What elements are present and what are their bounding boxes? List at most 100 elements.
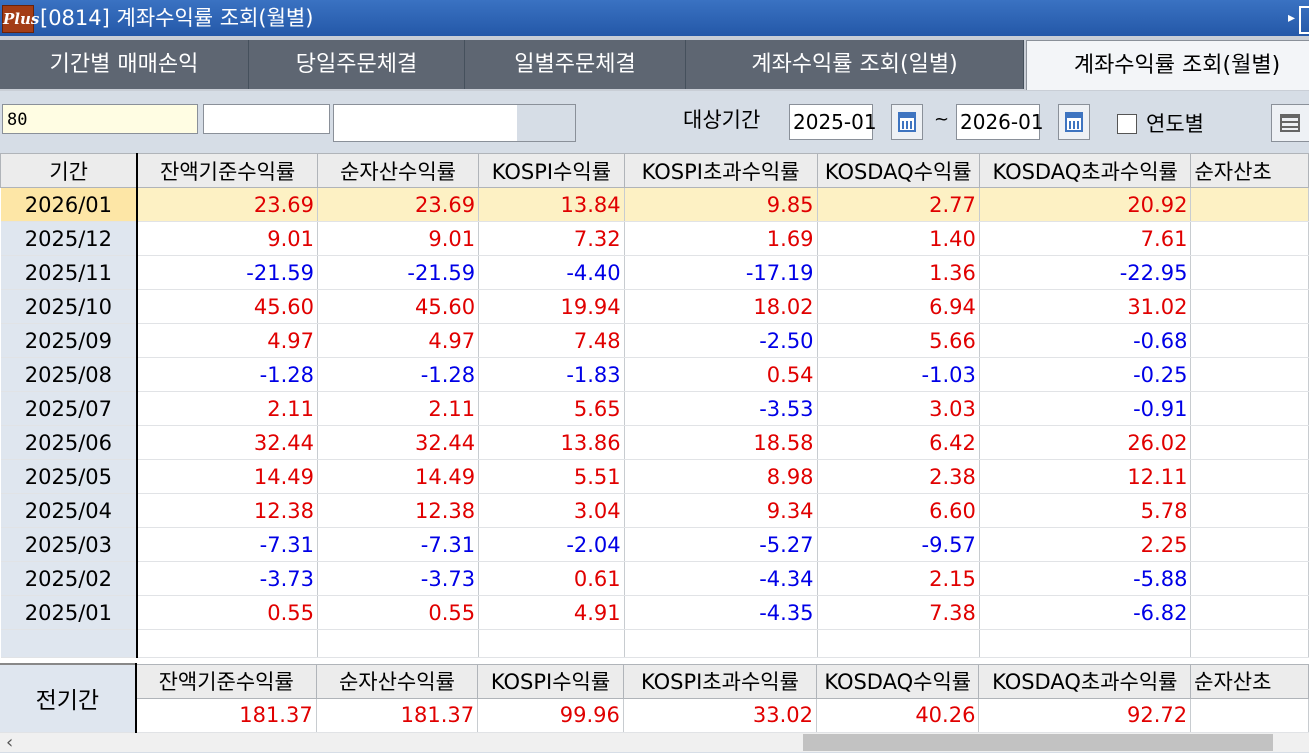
col-header-balance-return[interactable]: 잔액기준수익률 (136, 153, 318, 188)
value-cell: 13.86 (478, 425, 625, 460)
value-cell: -5.27 (624, 527, 818, 562)
period-cell: 2025/02 (0, 561, 139, 596)
value-cell: 7.48 (478, 323, 625, 358)
value-cell: 0.61 (478, 561, 625, 596)
summary-header: KOSPI수익률 (477, 663, 624, 699)
value-cell: 9.34 (624, 493, 818, 528)
monthly-return-table: 기간 잔액기준수익률 순자산수익률 KOSPI수익률 KOSPI초과수익률 KO… (0, 153, 1309, 733)
summary-value: 99.96 (477, 698, 624, 733)
value-cell: 12.38 (317, 493, 480, 528)
value-cell: 5.65 (478, 391, 625, 426)
value-cell-empty (1190, 357, 1309, 392)
table-row[interactable]: 2025/05 14.49 14.49 5.51 8.98 2.38 12.11 (0, 459, 1309, 494)
value-cell: 14.49 (317, 459, 480, 494)
value-cell: 26.02 (979, 425, 1192, 460)
table-row[interactable]: 2025/08 -1.28 -1.28 -1.83 0.54 -1.03 -0.25 (0, 357, 1309, 392)
table-row[interactable]: 2025/12 9.01 9.01 7.32 1.69 1.40 7.61 (0, 221, 1309, 256)
start-calendar-button[interactable] (891, 104, 923, 140)
table-row[interactable]: 2025/01 0.55 0.55 4.91 -4.35 7.38 -6.82 (0, 595, 1309, 630)
summary-value: 33.02 (623, 698, 818, 733)
value-cell: 2.15 (817, 561, 980, 596)
summary-value: 181.37 (316, 698, 479, 733)
value-cell: -9.57 (817, 527, 980, 562)
period-label: 대상기간 (683, 108, 761, 132)
value-cell: 1.40 (817, 221, 980, 256)
account-name-field[interactable] (333, 104, 576, 142)
col-header-kospi-excess[interactable]: KOSPI초과수익률 (623, 153, 818, 188)
range-separator: ~ (934, 109, 950, 130)
table-row[interactable]: 2025/07 2.11 2.11 5.65 -3.53 3.03 -0.91 (0, 391, 1309, 426)
tab-daily-orders[interactable]: 일별주문체결 (465, 40, 686, 89)
scrollbar-thumb[interactable] (803, 734, 1273, 751)
value-cell: 32.44 (317, 425, 480, 460)
tab-account-return-daily[interactable]: 계좌수익률 조회(일별) (686, 40, 1024, 89)
col-header-net-asset-excess[interactable]: 순자산초 (1190, 153, 1309, 188)
col-header-net-asset-return[interactable]: 순자산수익률 (316, 153, 480, 188)
value-cell: -22.95 (979, 255, 1192, 290)
value-cell-empty (1190, 595, 1309, 630)
summary-table: 전기간 잔액기준수익률 순자산수익률 KOSPI수익률 KOSPI초과수익률 K… (0, 663, 1309, 733)
empty-cell (478, 629, 625, 658)
table-row[interactable]: 2025/09 4.97 4.97 7.48 -2.50 5.66 -0.68 (0, 323, 1309, 358)
value-cell: -1.28 (317, 357, 480, 392)
table-row[interactable]: 2025/02 -3.73 -3.73 0.61 -4.34 2.15 -5.88 (0, 561, 1309, 596)
value-cell: -1.83 (478, 357, 625, 392)
tab-period-trade-pnl[interactable]: 기간별 매매손익 (0, 40, 249, 89)
table-row[interactable]: 2025/03 -7.31 -7.31 -2.04 -5.27 -9.57 2.25 (0, 527, 1309, 562)
empty-cell (317, 629, 480, 658)
period-cell: 2025/01 (0, 595, 139, 630)
value-cell: -5.88 (979, 561, 1192, 596)
table-row[interactable]: 2025/06 32.44 32.44 13.86 18.58 6.42 26.02 (0, 425, 1309, 460)
table-row[interactable]: 2025/04 12.38 12.38 3.04 9.34 6.60 5.78 (0, 493, 1309, 528)
horizontal-scrollbar[interactable]: ‹ (0, 732, 1309, 753)
value-cell: -3.73 (137, 561, 318, 596)
window-title: [0814] 계좌수익률 조회(월별) (40, 6, 314, 30)
col-header-kosdaq-excess[interactable]: KOSDAQ초과수익률 (978, 153, 1192, 188)
value-cell: 2.38 (817, 459, 980, 494)
account-number-field[interactable]: 80 (2, 104, 198, 134)
table-row[interactable]: 2025/11 -21.59 -21.59 -4.40 -17.19 1.36 -22.95 (0, 255, 1309, 290)
value-cell: -2.50 (624, 323, 818, 358)
empty-cell (0, 629, 139, 658)
col-header-period[interactable]: 기간 (0, 153, 139, 188)
summary-value: 181.37 (135, 698, 317, 733)
col-header-kospi-return[interactable]: KOSPI수익률 (478, 153, 625, 188)
value-cell: 2.11 (317, 391, 480, 426)
value-cell: 1.36 (817, 255, 980, 290)
col-header-kosdaq-return[interactable]: KOSDAQ수익률 (816, 153, 980, 188)
value-cell: 4.97 (137, 323, 318, 358)
end-date-input[interactable]: 2026-01 (956, 104, 1044, 140)
summary-header: KOSPI초과수익률 (622, 663, 818, 699)
tab-account-return-monthly[interactable]: 계좌수익률 조회(월별) (1026, 40, 1309, 90)
table-row[interactable]: 2025/10 45.60 45.60 19.94 18.02 6.94 31.02 (0, 289, 1309, 324)
window-button[interactable] (1299, 6, 1309, 34)
value-cell: 7.38 (817, 595, 980, 630)
yearly-checkbox-label: 연도별 (1146, 112, 1204, 136)
value-cell: 8.98 (624, 459, 818, 494)
table-row[interactable]: 2026/01 23.69 23.69 13.84 9.85 2.77 20.92 (0, 187, 1309, 222)
account-password-field[interactable] (203, 104, 330, 134)
summary-header: 잔액기준수익률 (135, 663, 317, 699)
summary-value-empty (1190, 698, 1309, 733)
start-date-input[interactable]: 2025-01 (789, 104, 877, 140)
value-cell: 32.44 (137, 425, 318, 460)
caret-right-icon[interactable]: ▸ (1288, 0, 1295, 36)
value-cell: -17.19 (624, 255, 818, 290)
period-cell: 2025/05 (0, 459, 139, 494)
summary-header: KOSDAQ초과수익률 (978, 663, 1192, 699)
value-cell: -1.03 (817, 357, 980, 392)
data-grid: 기간 잔액기준수익률 순자산수익률 KOSPI수익률 KOSPI초과수익률 KO… (0, 153, 1309, 658)
yearly-checkbox[interactable] (1117, 114, 1137, 134)
filter-toolbar: 80 대상기간 2025-01 ~ 2026-01 연도별 (0, 91, 1309, 153)
scroll-left-icon[interactable]: ‹ (6, 732, 13, 753)
value-cell: 2.11 (137, 391, 318, 426)
value-cell: 45.60 (317, 289, 480, 324)
value-cell: -6.82 (979, 595, 1192, 630)
tab-today-orders[interactable]: 당일주문체결 (249, 40, 465, 89)
grid-settings-button[interactable] (1271, 104, 1309, 142)
period-cell: 2025/03 (0, 527, 139, 562)
value-cell: -1.28 (137, 357, 318, 392)
value-cell: 13.84 (478, 187, 625, 222)
end-calendar-button[interactable] (1058, 104, 1090, 140)
value-cell: 14.49 (137, 459, 318, 494)
